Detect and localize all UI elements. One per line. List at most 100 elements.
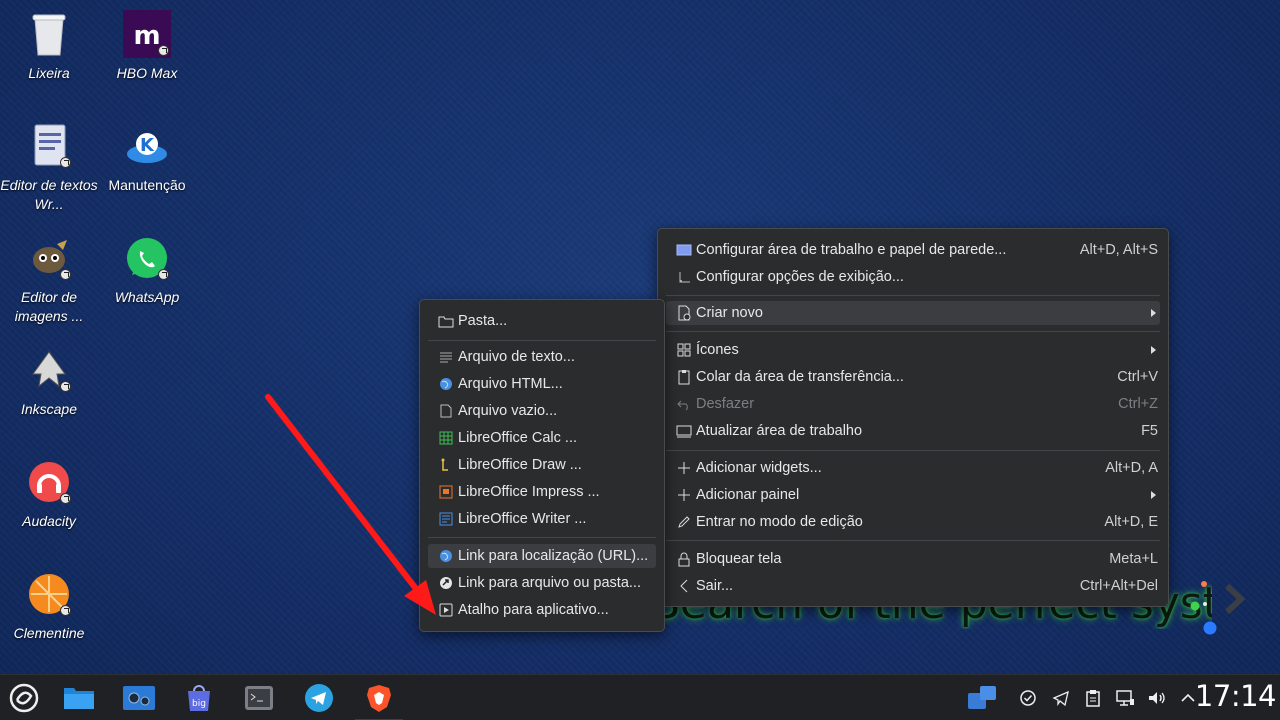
file-manager-button[interactable] [59, 681, 99, 715]
wallpaper-logo [1190, 581, 1246, 635]
submenu-item-libreoffice-draw[interactable]: LibreOffice Draw ... [428, 453, 656, 477]
menu-separator [666, 295, 1160, 296]
volume-icon[interactable] [1147, 688, 1167, 708]
clipboard-tray-icon[interactable] [1083, 688, 1103, 708]
plus-icon [676, 487, 692, 503]
inkscape-icon [25, 346, 73, 394]
draw-icon [438, 457, 454, 473]
calc-icon [438, 430, 454, 446]
pencil-icon [676, 514, 692, 530]
whatsapp-icon [123, 234, 171, 282]
clock[interactable]: 17:14 [1195, 679, 1277, 713]
wallpaper-icon [676, 242, 692, 258]
folder-icon [64, 688, 94, 709]
display-options-icon [676, 269, 692, 285]
writer-icon [438, 511, 454, 527]
submenu-item-folder[interactable]: Pasta... [428, 309, 656, 333]
link-icon [438, 575, 454, 591]
link-badge-icon [60, 269, 71, 280]
desktop-icon-hbo-max[interactable]: m HBO Max [98, 10, 196, 83]
grid-icon [676, 342, 692, 358]
submenu-item-text-file[interactable]: Arquivo de texto... [428, 345, 656, 369]
app-launcher-button[interactable] [4, 681, 44, 715]
folder-icon [438, 313, 454, 329]
submenu-item-libreoffice-impress[interactable]: LibreOffice Impress ... [428, 480, 656, 504]
link-badge-icon [60, 381, 71, 392]
menu-item-configure-desktop[interactable]: Configurar área de trabalho e papel de p… [666, 238, 1160, 262]
monitor-icon [676, 423, 692, 439]
desktop-icon-image-editor[interactable]: Editor de imagens ... [0, 234, 98, 326]
desktop-icon-trash[interactable]: Lixeira [0, 10, 98, 83]
app-shortcut-icon [438, 602, 454, 618]
chevron-left-icon [676, 578, 692, 594]
desktop-icon-clementine[interactable]: Clementine [0, 570, 98, 643]
desktop-icon-maintenance[interactable]: K Manutenção [98, 122, 196, 195]
globe-icon [438, 548, 454, 564]
link-badge-icon [158, 269, 169, 280]
menu-item-refresh-desktop[interactable]: Atualizar área de trabalho F5 [666, 419, 1160, 443]
settings-icon [123, 686, 155, 710]
svg-text:m: m [133, 21, 160, 51]
submenu-item-link-url[interactable]: Link para localização (URL)... [428, 544, 656, 568]
submenu-item-app-shortcut[interactable]: Atalho para aplicativo... [428, 598, 656, 622]
lock-icon [676, 551, 692, 567]
chevron-right-icon [1151, 491, 1156, 499]
menu-item-undo[interactable]: Desfazer Ctrl+Z [666, 392, 1160, 416]
terminal-button[interactable] [239, 681, 279, 715]
menu-item-icons[interactable]: Ícones [666, 338, 1160, 362]
empty-file-icon [438, 403, 454, 419]
create-new-submenu: Pasta... Arquivo de texto... Arquivo HTM… [419, 299, 665, 632]
link-badge-icon [158, 45, 169, 56]
text-file-icon [438, 349, 454, 365]
plus-icon [676, 460, 692, 476]
svg-text:K: K [140, 135, 155, 156]
desktop-icon-inkscape[interactable]: Inkscape [0, 346, 98, 419]
submenu-item-libreoffice-writer[interactable]: LibreOffice Writer ... [428, 507, 656, 531]
telegram-tray-icon[interactable] [1051, 688, 1071, 708]
impress-icon [438, 484, 454, 500]
menu-item-logout[interactable]: Sair... Ctrl+Alt+Del [666, 574, 1160, 598]
hbo-max-icon: m [123, 10, 171, 58]
big-store-button[interactable]: big [179, 681, 219, 715]
gimp-icon [25, 234, 73, 282]
network-icon[interactable] [1115, 688, 1135, 708]
clipboard-icon [676, 369, 692, 385]
taskbar: big 17:14 [0, 674, 1280, 720]
virtual-desktops-icon[interactable] [966, 683, 998, 713]
menu-item-create-new[interactable]: Criar novo [666, 301, 1160, 325]
document-editor-icon [25, 122, 73, 170]
brave-browser-button[interactable] [355, 681, 403, 720]
desktop-context-menu: Configurar área de trabalho e papel de p… [657, 228, 1169, 607]
menu-item-add-panel[interactable]: Adicionar painel [666, 483, 1160, 507]
store-icon: big [188, 685, 210, 711]
clementine-icon [25, 570, 73, 618]
desktop-icon-whatsapp[interactable]: WhatsApp [98, 234, 196, 307]
link-badge-icon [60, 157, 71, 168]
globe-icon [438, 376, 454, 392]
menu-item-paste[interactable]: Colar da área de transferência... Ctrl+V [666, 365, 1160, 389]
chevron-right-icon [1151, 346, 1156, 354]
submenu-item-html-file[interactable]: Arquivo HTML... [428, 372, 656, 396]
menu-separator [428, 537, 656, 538]
submenu-item-link-file[interactable]: Link para arquivo ou pasta... [428, 571, 656, 595]
telegram-button[interactable] [299, 681, 339, 715]
menu-item-configure-display[interactable]: Configurar opções de exibição... [666, 265, 1160, 289]
new-document-icon [676, 305, 692, 321]
system-settings-button[interactable] [119, 681, 159, 715]
submenu-item-empty-file[interactable]: Arquivo vazio... [428, 399, 656, 423]
desktop-icon-audacity[interactable]: Audacity [0, 458, 98, 531]
undo-icon [676, 396, 692, 412]
menu-separator [428, 340, 656, 341]
menu-item-lock-screen[interactable]: Bloquear tela Meta+L [666, 547, 1160, 571]
menu-item-edit-mode[interactable]: Entrar no modo de edição Alt+D, E [666, 510, 1160, 534]
desktop-icon-text-editor[interactable]: Editor de textos Wr... [0, 122, 98, 214]
svg-text:big: big [192, 699, 206, 709]
updates-check-icon[interactable] [1018, 688, 1038, 708]
menu-item-add-widgets[interactable]: Adicionar widgets... Alt+D, A [666, 456, 1160, 480]
menu-separator [666, 331, 1160, 332]
link-badge-icon [60, 493, 71, 504]
terminal-icon [245, 686, 273, 710]
trash-icon [25, 10, 73, 58]
menu-separator [666, 450, 1160, 451]
submenu-item-libreoffice-calc[interactable]: LibreOffice Calc ... [428, 426, 656, 450]
